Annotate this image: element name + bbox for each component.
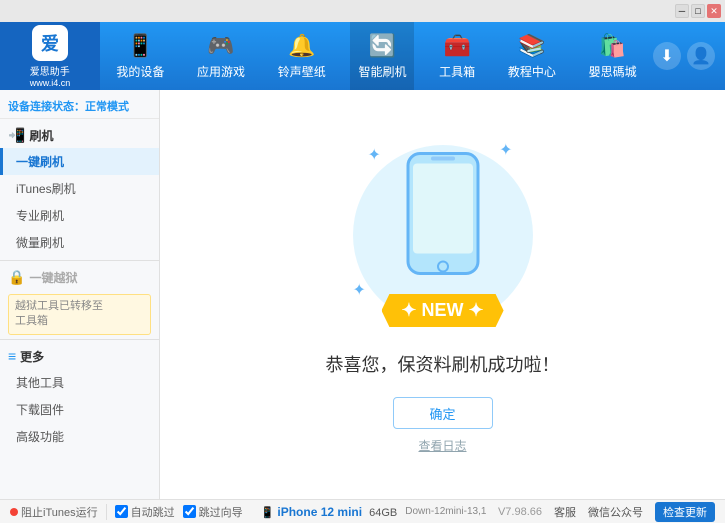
user-button[interactable]: 👤 [687, 42, 715, 70]
sidebar-section-jailbreak: 🔒 一键越狱 [0, 265, 159, 290]
sidebar-item-download-firmware[interactable]: 下载固件 [0, 396, 159, 423]
nav-item-my-device[interactable]: 📱 我的设备 [108, 22, 172, 90]
download-button[interactable]: ⬇ [653, 42, 681, 70]
app-games-icon: 🎮 [207, 33, 234, 59]
minimize-button[interactable]: ─ [675, 4, 689, 18]
sparkle-3: ✦ [353, 280, 366, 300]
check-update-button[interactable]: 检查更新 [655, 502, 715, 522]
status-bar: 设备连接状态：正常模式 [0, 94, 159, 119]
nav-item-ringtones[interactable]: 🔔 铃声壁纸 [270, 22, 334, 90]
sidebar-divider-2 [0, 339, 159, 340]
more-section-icon: ≡ [8, 348, 16, 364]
phone-svg [403, 149, 483, 279]
content-area: ✦ ✦ ✦ ✦ NEW ✦ 恭喜您，保资料刷机成功啦！ 确定 查看日志 [160, 90, 725, 499]
device-storage: 64GB [369, 507, 397, 519]
new-ribbon: ✦ NEW ✦ [381, 294, 503, 327]
sidebar-item-pro-flash[interactable]: 专业刷机 [0, 202, 159, 229]
flash-section-icon: 📲 [8, 127, 25, 144]
success-illustration: ✦ ✦ ✦ ✦ NEW ✦ [343, 135, 543, 335]
toolbox-icon: 🧰 [443, 33, 470, 59]
jailbreak-lock-icon: 🔒 [8, 269, 25, 286]
auto-skip-checkbox[interactable]: 自动跳过 [115, 504, 175, 520]
success-text: 恭喜您，保资料刷机成功啦！ [326, 351, 560, 377]
maximize-button[interactable]: □ [691, 4, 705, 18]
sidebar-divider-1 [0, 260, 159, 261]
itunes-status-dot [10, 508, 18, 516]
customer-service-link[interactable]: 客服 [554, 504, 576, 520]
tutorial-icon: 📚 [518, 33, 545, 59]
nav-item-toolbox[interactable]: 🧰 工具箱 [431, 22, 483, 90]
nav-item-tutorial[interactable]: 📚 教程中心 [500, 22, 564, 90]
baby-store-icon: 🛍️ [599, 33, 626, 59]
phone-icon: 📱 [261, 507, 278, 519]
sparkle-2: ✦ [499, 140, 512, 160]
nav-item-smart-flash[interactable]: 🔄 智能刷机 [350, 22, 414, 90]
itunes-status: 阻止iTunes运行 [10, 504, 107, 520]
device-info: 📱 iPhone 12 mini 64GB [261, 505, 398, 519]
nav-items: 📱 我的设备 🎮 应用游戏 🔔 铃声壁纸 🔄 智能刷机 🧰 工具箱 📚 教程中心… [100, 22, 653, 90]
sidebar: 设备连接状态：正常模式 📲 刷机 一键刷机 iTunes刷机 专业刷机 微量刷机… [0, 90, 160, 499]
logo-icon: 爱 [32, 25, 68, 61]
main-container: 设备连接状态：正常模式 📲 刷机 一键刷机 iTunes刷机 专业刷机 微量刷机… [0, 90, 725, 499]
smart-flash-icon: 🔄 [369, 33, 396, 59]
logo-text: 爱思助手 www.i4.cn [30, 63, 71, 88]
version-info: V7.98.66 [498, 506, 542, 518]
sidebar-item-micro-flash[interactable]: 微量刷机 [0, 229, 159, 256]
jailbreak-notice: 越狱工具已转移至工具箱 [8, 294, 151, 335]
sidebar-item-itunes-flash[interactable]: iTunes刷机 [0, 175, 159, 202]
sidebar-item-other-tools[interactable]: 其他工具 [0, 369, 159, 396]
view-log-link[interactable]: 查看日志 [418, 437, 466, 454]
header: 爱 爱思助手 www.i4.cn 📱 我的设备 🎮 应用游戏 🔔 铃声壁纸 🔄 … [0, 22, 725, 90]
sidebar-item-one-click-flash[interactable]: 一键刷机 [0, 148, 159, 175]
bottom-bar: 阻止iTunes运行 自动跳过 跳过向导 📱 iPhone 12 mini 64… [0, 499, 725, 523]
device-name: iPhone 12 mini [277, 505, 362, 519]
sidebar-item-advanced[interactable]: 高级功能 [0, 423, 159, 450]
nav-item-app-games[interactable]: 🎮 应用游戏 [189, 22, 253, 90]
bottom-right: V7.98.66 客服 微信公众号 检查更新 [498, 502, 715, 522]
sidebar-section-more[interactable]: ≡ 更多 [0, 344, 159, 369]
nav-right: ⬇ 👤 [653, 42, 725, 70]
sparkle-1: ✦ [368, 145, 381, 165]
title-bar: ─ □ ✕ [0, 0, 725, 22]
bottom-left: 阻止iTunes运行 自动跳过 跳过向导 📱 iPhone 12 mini 64… [10, 504, 498, 520]
device-model: Down-12mini-13,1 [405, 506, 486, 517]
sidebar-section-flash[interactable]: 📲 刷机 [0, 123, 159, 148]
nav-item-baby-store[interactable]: 🛍️ 嬰思碼城 [581, 22, 645, 90]
logo-area: 爱 爱思助手 www.i4.cn [0, 22, 100, 90]
confirm-button[interactable]: 确定 [393, 397, 493, 429]
my-device-icon: 📱 [127, 33, 154, 59]
ringtones-icon: 🔔 [288, 33, 315, 59]
close-button[interactable]: ✕ [707, 4, 721, 18]
skip-wizard-checkbox[interactable]: 跳过向导 [183, 504, 243, 520]
wechat-link[interactable]: 微信公众号 [588, 504, 643, 520]
